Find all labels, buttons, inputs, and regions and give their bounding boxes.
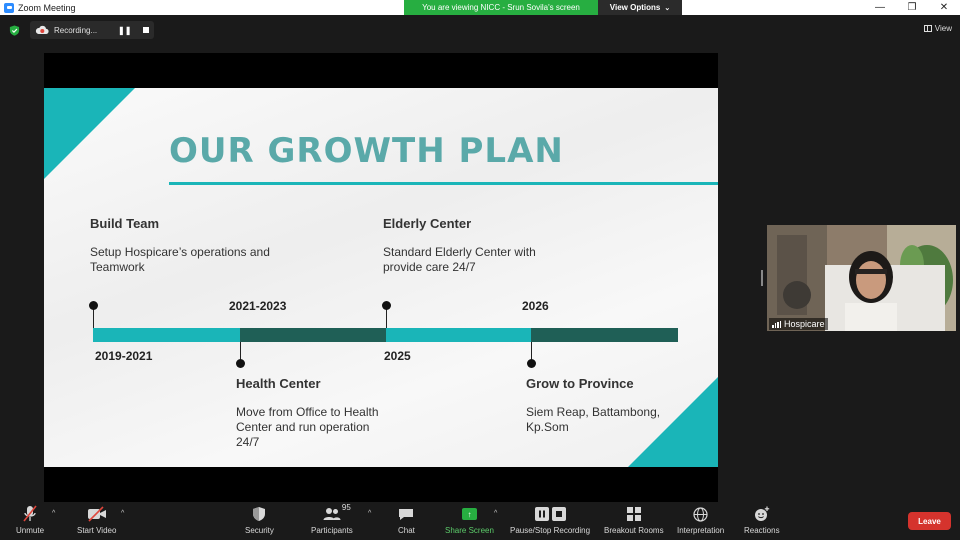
milestone-year: 2026 [522,299,549,313]
timeline-segment [93,328,240,342]
milestone-year: 2019-2021 [95,349,153,363]
share-screen-button[interactable]: ↑ Share Screen [445,505,494,535]
milestone-year: 2021-2023 [229,299,287,313]
participants-count: 95 [341,503,351,512]
signal-strength-icon [772,320,781,328]
participant-name-tag: Hospicare [769,318,828,330]
participants-options-caret[interactable]: ^ [368,510,371,517]
participant-video-feed [767,225,956,331]
timeline-segment [240,328,386,342]
milestone-description: Standard Elderly Center with provide car… [383,245,536,274]
unmute-label: Unmute [16,526,45,535]
audio-options-caret[interactable]: ^ [52,510,55,517]
start-video-label: Start Video [77,526,117,535]
zoom-app-icon [4,2,14,13]
share-arrow-icon: ↑ [461,508,477,520]
timeline-segment [531,328,678,342]
corner-triangle-top-left [44,88,135,179]
reactions-label: Reactions [744,526,780,535]
video-options-caret[interactable]: ^ [121,510,124,517]
slide-title: OUR GROWTH PLAN [169,131,564,171]
security-label: Security [245,526,274,535]
chevron-down-icon: ⌄ [664,4,671,12]
interpretation-label: Interpretation [677,526,725,535]
window-controls: — ❐ ✕ [864,0,960,15]
view-options-button[interactable]: View Options ⌄ [598,0,682,15]
view-options-label: View Options [609,3,661,12]
panel-resize-handle[interactable] [761,270,763,286]
participant-name: Hospicare [784,319,825,329]
milestone-heading: Elderly Center [383,216,472,231]
unmute-button[interactable]: Unmute [16,505,44,535]
participants-button[interactable]: 95 Participants [311,503,353,535]
security-shield-icon[interactable] [9,25,20,36]
window-title: Zoom Meeting [18,2,76,13]
shield-icon [253,507,266,521]
participants-label: Participants [311,526,353,535]
pause-stop-recording-button[interactable]: Pause/Stop Recording [510,505,590,535]
milestone-description: Move from Office to Health Center and ru… [236,405,379,449]
breakout-rooms-button[interactable]: Breakout Rooms [604,505,664,535]
recording-control-label: Pause/Stop Recording [510,526,591,535]
milestone-year: 2025 [384,349,411,363]
milestone-heading: Build Team [90,216,160,231]
pause-icon [534,507,549,521]
participant-video-tile[interactable]: Hospicare [767,225,956,331]
timeline-dot [382,301,391,310]
milestone-description: Setup Hospicare’s operations and Teamwor… [90,245,270,274]
pause-recording-icon[interactable]: ❚❚ [118,26,131,35]
globe-icon [693,506,708,522]
emoji-plus-icon [754,506,769,521]
share-screen-label: Share Screen [445,526,494,535]
chat-bubble-icon [399,508,414,520]
grid-view-icon [923,25,932,32]
milestone-description: Siem Reap, Battambong, Kp.Som [526,405,661,434]
view-label: View [934,24,952,33]
interpretation-button[interactable]: Interpretation [677,505,724,535]
timeline-dot [527,359,536,368]
participants-icon [323,508,341,520]
restore-button[interactable]: ❐ [896,0,928,15]
chat-button[interactable]: Chat [398,505,415,535]
video-off-icon [87,506,106,522]
minimize-button[interactable]: — [864,0,896,15]
stop-recording-icon[interactable] [143,27,150,33]
breakout-rooms-icon [626,507,641,521]
recording-indicator: Recording... ❚❚ [30,21,154,39]
cloud-recording-icon [35,25,49,34]
security-button[interactable]: Security [245,505,274,535]
breakout-rooms-label: Breakout Rooms [604,526,664,535]
viewing-banner: You are viewing NICC - Srun Sovila's scr… [404,0,598,15]
chat-label: Chat [398,526,415,535]
timeline-dot [236,359,245,368]
view-button[interactable]: View [923,24,952,33]
milestone-heading: Health Center [236,376,321,391]
leave-button[interactable]: Leave [908,512,951,530]
title-underline [169,182,718,185]
presentation-slide: OUR GROWTH PLAN Build Team Setup Hospica… [44,88,718,467]
microphone-muted-icon [23,505,37,522]
reactions-button[interactable]: Reactions [744,505,780,535]
close-button[interactable]: ✕ [928,0,960,15]
milestone-heading: Grow to Province [526,376,634,391]
start-video-button[interactable]: Start Video [77,505,116,535]
timeline-dot [89,301,98,310]
share-options-caret[interactable]: ^ [494,510,497,517]
stop-icon [551,507,566,521]
timeline-segment [386,328,531,342]
recording-label: Recording... [54,25,98,35]
